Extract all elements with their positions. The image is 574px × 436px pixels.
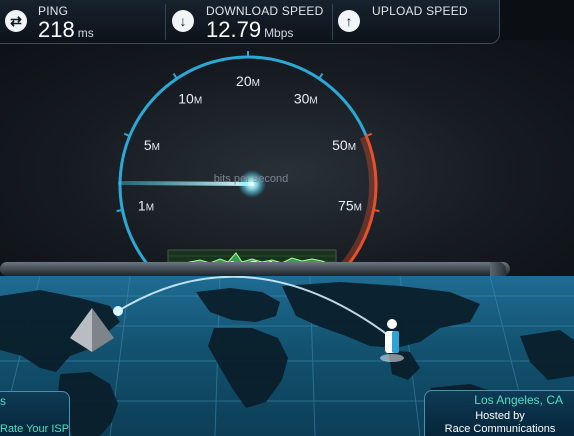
units-label: bits per second bbox=[213, 173, 289, 185]
stats-bar: ⇄ PING 218 ms ↓ DOWNLOAD SPEED 12.79 Mbps … bbox=[0, 0, 500, 44]
server-info-panel[interactable]: Los Angeles, CA Hosted by Race Communica… bbox=[424, 390, 574, 436]
exchange-arrows-icon: ⇄ bbox=[5, 10, 27, 32]
server-city: Los Angeles, CA bbox=[474, 393, 563, 407]
gauge-tick-label: 75M bbox=[338, 197, 362, 213]
gauge-arc-normal bbox=[118, 55, 368, 277]
gauge-tick-label: 30M bbox=[294, 91, 318, 107]
rate-isp-link[interactable]: Rate Your ISP bbox=[0, 423, 69, 435]
ping-label: PING bbox=[38, 4, 69, 18]
speedtest-window: 01M5M10M20M30M50M75M100M bits per second… bbox=[0, 0, 574, 436]
upload-label: UPLOAD SPEED bbox=[372, 4, 468, 18]
rate-isp-panel[interactable]: s Rate Your ISP bbox=[0, 391, 70, 436]
gauge-tick-label: 10M bbox=[178, 91, 202, 107]
gauge-tick-label: 20M bbox=[236, 73, 260, 89]
upload-value bbox=[372, 17, 375, 43]
download-arrow-icon: ↓ bbox=[172, 10, 194, 32]
gauge-arc bbox=[118, 55, 378, 277]
server-isp-name: Race Communications bbox=[444, 423, 556, 435]
panel-rail bbox=[0, 262, 510, 276]
hosted-by-label: Hosted by bbox=[475, 410, 525, 422]
upload-stat: ↑ UPLOAD SPEED bbox=[333, 0, 499, 44]
gauge-tick-labels: 01M5M10M20M30M50M75M100M bbox=[116, 51, 380, 280]
origin-node bbox=[113, 306, 123, 316]
gauge-tick-label: 5M bbox=[144, 137, 160, 153]
ping-value: 218 ms bbox=[38, 17, 94, 42]
download-label: DOWNLOAD SPEED bbox=[206, 4, 324, 18]
ping-stat: ⇄ PING 218 ms bbox=[0, 0, 165, 44]
gauge-tick-mark bbox=[116, 208, 124, 213]
speed-gauge-panel: 01M5M10M20M30M50M75M100M bits per second… bbox=[0, 40, 574, 285]
gauge-tick-label: 1M bbox=[138, 197, 154, 213]
upload-arrow-icon: ↑ bbox=[338, 10, 360, 32]
speed-gauge: 01M5M10M20M30M50M75M100M bbox=[116, 51, 380, 280]
download-value: 12.79 Mbps bbox=[206, 17, 294, 42]
download-stat: ↓ DOWNLOAD SPEED 12.79 Mbps bbox=[166, 0, 332, 44]
gauge-tick-mark bbox=[372, 208, 380, 213]
gauge-tick-label: 50M bbox=[332, 137, 356, 153]
rate-partial-text: s bbox=[0, 394, 6, 408]
